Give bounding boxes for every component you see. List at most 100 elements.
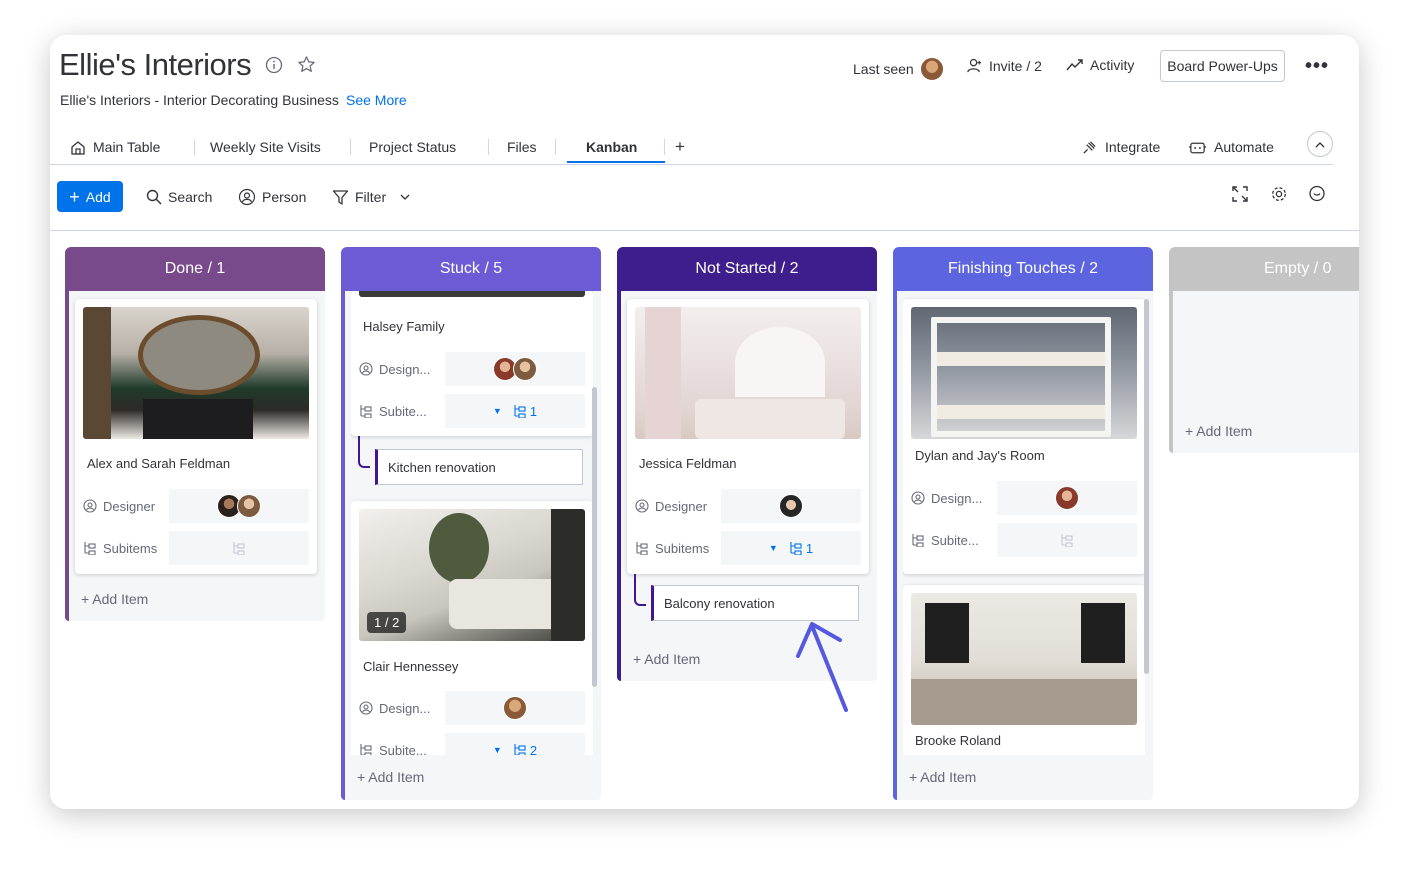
fullscreen-icon[interactable] [1231, 185, 1249, 208]
curtain-shape [645, 307, 681, 439]
activity-button[interactable]: Activity [1066, 57, 1134, 73]
star-icon[interactable] [297, 55, 316, 74]
more-options-icon[interactable]: ••• [1305, 55, 1329, 78]
add-item-link[interactable]: + Add Item [81, 591, 148, 607]
subitems-field: Subite... [911, 523, 1137, 557]
subitems-icon [514, 744, 526, 755]
chat-icon[interactable] [1308, 185, 1326, 208]
tab-main-table[interactable]: Main Table [70, 129, 160, 165]
tab-divider [488, 139, 489, 155]
subitems-value[interactable]: ▼ 2 [445, 733, 585, 755]
add-item-link[interactable]: + Add Item [1185, 423, 1252, 439]
tab-divider [194, 139, 195, 155]
gear-icon[interactable] [1270, 185, 1288, 208]
subitems-value[interactable]: ▼ 1 [445, 394, 585, 428]
card-title[interactable]: Brooke Roland [915, 733, 1001, 748]
column-header[interactable]: Done / 1 [65, 247, 325, 291]
subitem-row[interactable]: Kitchen renovation [375, 449, 583, 485]
tab-label: Project Status [369, 139, 457, 155]
designer-label: Designer [635, 499, 721, 514]
tab-project-status[interactable]: Project Status [369, 129, 456, 165]
designer-value[interactable] [445, 352, 585, 386]
subitems-toggle[interactable]: ▼ 1 [769, 541, 813, 556]
add-item-link[interactable]: + Add Item [633, 651, 700, 667]
subitems-icon [636, 542, 648, 555]
column-scroll-area[interactable]: Dylan and Jay's Room Design... Subite...… [903, 291, 1145, 755]
designer-value[interactable] [445, 691, 585, 725]
chevron-down-icon[interactable] [400, 194, 410, 201]
activity-label: Activity [1090, 57, 1135, 73]
card-title[interactable]: Halsey Family [363, 319, 445, 334]
subitems-field: Subite... ▼ 2 [359, 733, 585, 755]
subitems-toggle[interactable]: ▼ 1 [493, 404, 537, 419]
column-header[interactable]: Finishing Touches / 2 [893, 247, 1153, 291]
kanban-card[interactable]: Alex and Sarah Feldman Designer Subitems [75, 299, 317, 574]
column-accent-bar [65, 291, 69, 621]
subitems-value[interactable] [997, 523, 1137, 557]
column-header[interactable]: Stuck / 5 [341, 247, 601, 291]
add-item-link[interactable]: + Add Item [909, 769, 976, 785]
filter-icon [332, 189, 349, 206]
invite-label: Invite / 2 [989, 57, 1042, 74]
card-title[interactable]: Dylan and Jay's Room [915, 448, 1045, 463]
person-add-icon [966, 57, 983, 74]
kanban-card[interactable]: 1 / 2 Clair Hennessey Design... Subite..… [351, 501, 593, 755]
board-title[interactable]: Ellie's Interiors [59, 47, 252, 83]
counter-shape [911, 679, 1137, 725]
info-icon[interactable] [265, 55, 283, 74]
search-icon [146, 189, 162, 205]
board-description: Ellie's Interiors - Interior Decorating … [60, 92, 339, 108]
invite-button[interactable]: Invite / 2 [966, 57, 1042, 74]
card-title[interactable]: Clair Hennessey [363, 659, 458, 674]
add-item-link[interactable]: + Add Item [357, 769, 424, 785]
tab-weekly-site-visits[interactable]: Weekly Site Visits [210, 129, 321, 165]
last-seen[interactable]: Last seen [853, 57, 944, 81]
subitems-empty-icon [1061, 534, 1073, 547]
plant-shape [429, 513, 489, 583]
subitems-label-text: Subite... [379, 742, 427, 756]
kanban-card[interactable]: Halsey Family Design... Subite... ▼ 1 [351, 291, 593, 436]
automate-button[interactable]: Automate [1188, 129, 1274, 165]
designer-label: Design... [359, 701, 445, 716]
person-icon [635, 499, 649, 513]
subitems-label: Subitems [83, 541, 169, 556]
kanban-card[interactable]: Jessica Feldman Designer Subitems ▼ 1 [627, 299, 869, 574]
bed-shape [695, 399, 845, 439]
card-image: 1 / 2 [359, 509, 585, 641]
kanban-card[interactable]: Brooke Roland [903, 585, 1145, 755]
tab-divider [664, 139, 665, 155]
bunk-bed-shape [931, 317, 1111, 437]
collapse-header-button[interactable] [1307, 131, 1333, 157]
board-power-ups-button[interactable]: Board Power-Ups [1160, 50, 1285, 82]
tab-files[interactable]: Files [507, 129, 537, 165]
filter-button[interactable]: Filter [332, 185, 410, 209]
subitems-icon [514, 405, 526, 418]
card-title[interactable]: Jessica Feldman [639, 456, 737, 471]
subitem-count: 1 [805, 540, 814, 556]
robot-icon [1188, 140, 1207, 155]
subitems-icon [360, 744, 372, 755]
annotation-arrow-icon [796, 622, 848, 712]
designer-value[interactable] [997, 481, 1137, 515]
subitems-label: Subite... [911, 533, 997, 548]
designer-value[interactable] [169, 489, 309, 523]
add-item-button[interactable]: + Add [57, 181, 123, 212]
see-more-link[interactable]: See More [346, 92, 407, 108]
column-scrollbar[interactable] [1144, 299, 1149, 674]
subitems-value[interactable]: ▼ 1 [721, 531, 861, 565]
add-view-button[interactable]: + [675, 129, 685, 165]
search-button[interactable]: Search [146, 185, 212, 209]
person-filter-button[interactable]: Person [238, 185, 306, 209]
integrate-button[interactable]: Integrate [1081, 129, 1160, 165]
tab-kanban[interactable]: Kanban [586, 129, 637, 165]
subitems-toggle[interactable]: ▼ 2 [493, 743, 537, 755]
subitems-value[interactable] [169, 531, 309, 565]
designer-value[interactable] [721, 489, 861, 523]
column-scroll-area[interactable]: Halsey Family Design... Subite... ▼ 1 Ki… [351, 291, 593, 755]
column-header[interactable]: Not Started / 2 [617, 247, 877, 291]
column-header[interactable]: Empty / 0 [1169, 247, 1359, 291]
column-scrollbar[interactable] [592, 387, 597, 687]
vanity-shape [143, 399, 253, 439]
card-title[interactable]: Alex and Sarah Feldman [87, 456, 230, 471]
kanban-card[interactable]: Dylan and Jay's Room Design... Subite... [903, 299, 1145, 574]
